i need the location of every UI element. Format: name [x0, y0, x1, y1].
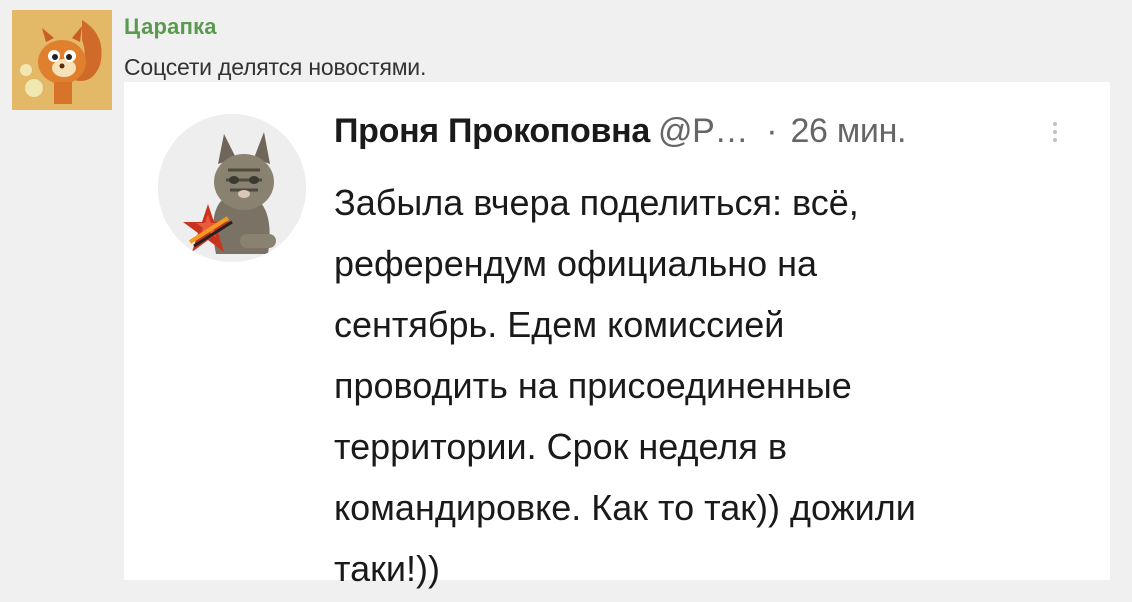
- forum-post: Царапка Соцсети делятся новостями. Проня…: [0, 0, 1132, 602]
- tweet-author-name[interactable]: Проня Прокоповна: [334, 112, 650, 150]
- post-subtitle: Соцсети делятся новостями.: [124, 54, 427, 80]
- tweet-text-line: сентябрь. Едем комиссией: [334, 304, 785, 345]
- poster-avatar[interactable]: [12, 10, 112, 110]
- cat-icon: [158, 114, 306, 262]
- tweet-timestamp[interactable]: 26 мин.: [790, 112, 906, 150]
- tweet-text-line: проводить на присоединенные: [334, 365, 852, 406]
- poster-name[interactable]: Царапка: [124, 14, 217, 40]
- tweet-header: Проня Прокоповна @Р… · 26 мин.: [334, 112, 907, 151]
- tweet-separator: ·: [766, 112, 778, 150]
- tweet-body: Забыла вчера поделиться: всё, референдум…: [334, 172, 1094, 599]
- tweet-author-handle[interactable]: @Р…: [658, 112, 749, 150]
- more-vertical-icon[interactable]: [1048, 118, 1062, 154]
- tweet-text-line: референдум официально на: [334, 243, 818, 284]
- tweet-text-line: Забыла вчера поделиться: всё,: [334, 182, 859, 223]
- squirrel-icon: [12, 10, 112, 110]
- embedded-tweet-card: Проня Прокоповна @Р… · 26 мин. Забыла вчер…: [124, 82, 1110, 589]
- tweet-text-line: таки!)): [334, 548, 440, 589]
- tweet-author-avatar[interactable]: [158, 114, 306, 262]
- tweet-text-line: командировке. Как то так)) дожили: [334, 487, 916, 528]
- tweet-text-line: территории. Срок неделя в: [334, 426, 787, 467]
